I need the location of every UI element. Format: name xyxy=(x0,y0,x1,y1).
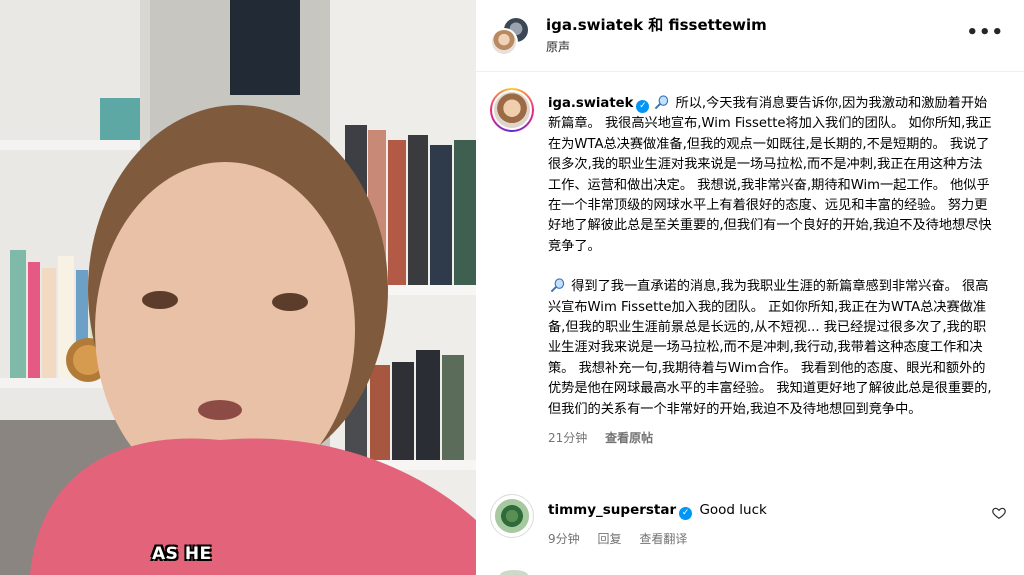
tennis-racquet-icon xyxy=(550,278,565,293)
video-caption: AS HE xyxy=(152,544,212,564)
original-audio-label[interactable]: 原声 xyxy=(546,38,570,55)
heart-icon[interactable] xyxy=(992,506,1006,520)
comment-text: Good luck xyxy=(699,502,767,518)
post-meta: 21分钟 查看原帖 xyxy=(548,428,994,448)
author-avatar[interactable] xyxy=(490,88,534,132)
post-video[interactable]: AS HE xyxy=(0,0,476,575)
avatar xyxy=(490,28,518,56)
post-time[interactable]: 21分钟 xyxy=(548,431,587,445)
reply-button[interactable]: 回复 xyxy=(597,532,621,546)
caption-paragraph-2-block: 得到了我一直承诺的消息,我为我职业生涯的新篇章感到非常兴奋。 很高兴宣布Wim … xyxy=(548,277,994,420)
tennis-racquet-icon xyxy=(655,95,669,110)
commenter-avatar[interactable] xyxy=(490,494,534,538)
commenter-username[interactable]: timmy_superstar xyxy=(548,502,676,518)
caption-paragraph-1: 所以,今天我有消息要告诉你,因为我激动和激励着开始新篇章。 我很高兴地宣布,Wi… xyxy=(548,96,992,254)
comment-item: timmy_superstar ✓ Good luck 9分钟 回复 查看翻译 xyxy=(490,492,1010,552)
collab-avatars[interactable] xyxy=(490,16,530,56)
comment-time[interactable]: 9分钟 xyxy=(548,532,580,546)
video-frame-illustration xyxy=(0,0,476,575)
see-original-link[interactable]: 查看原帖 xyxy=(605,431,653,445)
avatar xyxy=(492,90,532,130)
post-authors[interactable]: iga.swiatek 和 fissettewim xyxy=(546,14,767,35)
author-username[interactable]: iga.swiatek xyxy=(548,96,633,111)
comment-text-row: timmy_superstar ✓ Good luck xyxy=(548,502,767,520)
post-header: iga.swiatek 和 fissettewim 原声 ••• xyxy=(476,0,1024,72)
verified-badge-icon: ✓ xyxy=(636,100,650,113)
avatar xyxy=(493,497,531,535)
post-side-panel: iga.swiatek 和 fissettewim 原声 ••• iga.swi… xyxy=(476,0,1024,575)
verified-badge-icon: ✓ xyxy=(679,507,693,520)
instagram-post-view: AS HE iga.swiatek 和 fissettewim 原声 ••• i… xyxy=(0,0,1024,575)
caption-body: iga.swiatek ✓ 所以,今天我有消息要告诉你,因为我激动和激励着开始新篇… xyxy=(548,94,994,449)
caption-paragraph-2: 得到了我一直承诺的消息,我为我职业生涯的新篇章感到非常兴奋。 很高兴宣布Wim … xyxy=(548,279,992,417)
more-options-icon[interactable]: ••• xyxy=(966,22,1004,43)
comment-meta: 9分钟 回复 查看翻译 xyxy=(548,530,701,547)
avatar[interactable] xyxy=(500,570,528,575)
see-translation-link[interactable]: 查看翻译 xyxy=(639,532,687,546)
